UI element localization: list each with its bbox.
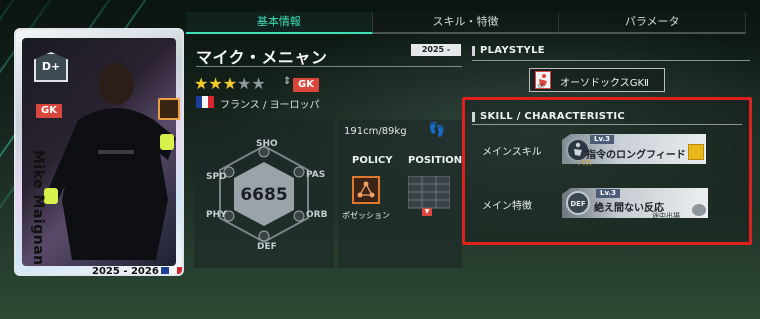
policy-header: POLICY (352, 155, 393, 166)
trait-icon-text: DEF (570, 200, 586, 208)
card-player-name: Mike Maignan (30, 150, 46, 266)
stat-label-phy: PHY (206, 210, 227, 220)
playstyle-header: PLAYSTYLE (480, 45, 545, 56)
gk-position-marker: ▼ (422, 208, 432, 216)
card-position-badge: GK (36, 104, 62, 118)
star-filled-icon: ★ (222, 74, 238, 93)
stat-label-def: DEF (257, 242, 277, 252)
tab-skills-traits[interactable]: スキル・特徴 (372, 12, 560, 34)
player-name: マイク・メニャン (196, 48, 328, 67)
player-card: D+ 6685 GK Mike Maignan 2025 - 2026 ★★★ (14, 28, 184, 276)
playstyle-divider (472, 60, 750, 61)
name-divider (196, 66, 462, 67)
tab-bar: 基本情報 スキル・特徴 パラメータ (186, 12, 747, 34)
main-trait-label: メイン特徴 (482, 201, 532, 212)
tab-parameters[interactable]: パラメータ (559, 12, 747, 34)
card-season: 2025 - 2026 (92, 266, 159, 276)
stats-overall: 6685 (240, 185, 287, 205)
skill-characteristic-header: SKILL / CHARACTERISTIC (480, 111, 626, 122)
height-weight: 191cm/89kg (344, 126, 407, 137)
nationality: フランス / ヨーロッパ (220, 100, 320, 111)
stats-hexagon: 6685 (219, 144, 309, 244)
position-grid (408, 176, 450, 209)
star-filled-icon: ★ (194, 74, 209, 93)
main-skill-level: Lv.3 (590, 135, 614, 144)
playstyle-icon-text: GK (538, 84, 544, 89)
main-skill-name: 指令のロングフィード (586, 150, 686, 161)
star-empty-icon: ★ (251, 74, 266, 93)
stat-label-sho: SHO (256, 139, 278, 149)
playstyle-value: オーソドックスGKⅡ (560, 78, 649, 89)
position-badge: GK (293, 78, 319, 92)
boost-arrows-icon: ⇕ (283, 76, 292, 87)
season-tag: 2025 - 2026 (411, 44, 461, 66)
playstyle-mini-icon (158, 98, 180, 120)
gk-playstyle-icon: GK (535, 71, 551, 89)
stat-label-orb: ORB (306, 210, 328, 220)
rarity-stars: ★★★★★ (194, 74, 266, 93)
policy-label: ポゼッション (342, 211, 390, 220)
main-skill-sub: パス (578, 159, 592, 167)
main-trait-level: Lv.3 (596, 189, 620, 198)
position-header: POSITION (408, 155, 463, 166)
possession-policy-icon[interactable] (352, 176, 380, 204)
skill-bar (472, 112, 475, 122)
stat-label-spd: SPD (206, 172, 227, 182)
main-trait-sub: 途中出場 (652, 212, 680, 220)
star-filled-icon: ★ (208, 74, 223, 93)
card-overall: 6685 (32, 88, 69, 103)
main-skill-label: メインスキル (482, 147, 542, 158)
star-empty-icon: ★ (237, 74, 252, 93)
tab-basic-info[interactable]: 基本情報 (186, 12, 373, 34)
stat-label-pas: PAS (306, 170, 326, 180)
playstyle-bar (472, 46, 475, 56)
france-flag (160, 266, 182, 274)
skill-divider (472, 124, 742, 125)
trait-gear-icon (692, 204, 706, 216)
skill-category-icon (688, 144, 704, 160)
footprint-icon: 👣 (428, 122, 446, 138)
def-trait-icon: DEF (566, 191, 590, 215)
nation-flag (196, 96, 214, 108)
